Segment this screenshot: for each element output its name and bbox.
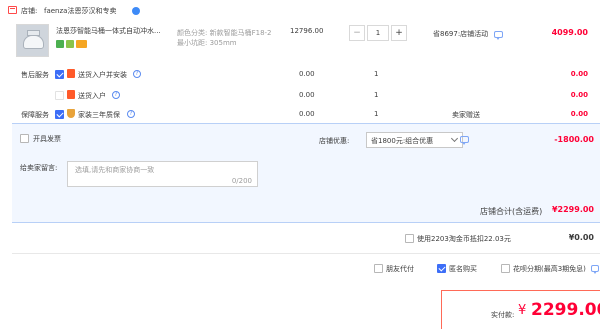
quantity-stepper: − 1 + — [349, 25, 407, 41]
huabei-checkbox[interactable] — [501, 264, 510, 273]
message-placeholder: 选填,请先和商家协商一致 — [75, 166, 155, 174]
shop-header: 店铺: faenza法恩莎汉和专卖 — [8, 4, 308, 18]
badge-icon-2 — [66, 40, 74, 48]
huabei-label[interactable]: 花呗分期(最高3期免息) — [513, 264, 586, 274]
item-title[interactable]: 法恩莎智能马桶一体式自动冲水... — [56, 26, 162, 36]
anonymous-checkbox[interactable] — [437, 264, 446, 273]
increase-button[interactable]: + — [391, 25, 407, 41]
service-price: 0.00 — [299, 70, 315, 78]
message-input[interactable]: 选填,请先和商家协商一致 0/200 — [67, 161, 258, 187]
badge-icon-1 — [56, 40, 64, 48]
anonymous-label[interactable]: 匿名购买 — [449, 264, 477, 274]
pay-amount: 2299.00 — [531, 300, 600, 320]
service-label: 送货入户 — [78, 92, 106, 100]
badge-icon-3 — [76, 40, 87, 48]
payment-summary-box: 实付款: ¥ 2299.00 — [441, 290, 600, 329]
huabei-chat-icon[interactable] — [591, 265, 599, 274]
friend-pay-checkbox[interactable] — [374, 264, 383, 273]
service-price: 0.00 — [299, 110, 315, 118]
pay-currency: ¥ — [518, 303, 527, 318]
service-label: 家装三年质保 — [78, 111, 120, 119]
service-label: 送货入户并安装 — [78, 71, 127, 79]
service-checkbox[interactable] — [55, 70, 64, 79]
quantity-input[interactable]: 1 — [367, 25, 389, 41]
message-counter: 0/200 — [231, 177, 252, 185]
shop-discount-select[interactable]: 省1800元:组合优惠 — [366, 132, 463, 148]
shop-discount-label: 店铺优惠: — [319, 137, 350, 145]
help-info-icon[interactable]: ? — [127, 110, 135, 118]
wangwang-chat-icon[interactable] — [132, 7, 140, 15]
service-checkbox[interactable] — [55, 91, 64, 100]
product-thumbnail[interactable] — [16, 24, 49, 57]
discount-chat-icon[interactable] — [460, 136, 469, 145]
service-row: 送货入户 ? 0.00 1 0.00 — [0, 87, 600, 103]
friend-pay-label[interactable]: 朋友代付 — [386, 264, 414, 274]
item-promo: 省8697:店铺活动 — [433, 30, 489, 38]
shop-total-amount: ¥2299.00 — [551, 205, 594, 214]
invoice-label[interactable]: 开具发票 — [33, 134, 61, 144]
service-note: 卖家赠送 — [452, 111, 480, 119]
shop-prefix: 店铺: — [21, 7, 38, 15]
warranty-shield-icon — [67, 109, 75, 118]
service-qty: 1 — [374, 70, 379, 78]
help-info-icon[interactable]: ? — [133, 70, 141, 78]
order-options-panel: 开具发票 店铺优惠: 省1800元:组合优惠 -1800.00 给卖家留言: 选… — [12, 123, 600, 223]
service-price: 0.00 — [299, 91, 315, 99]
unit-price: 12796.00 — [290, 27, 324, 35]
coins-amount: ¥0.00 — [568, 233, 594, 242]
shop-name[interactable]: faenza法恩莎汉和专卖 — [44, 6, 116, 16]
service-group-label: 保障服务 — [21, 111, 49, 119]
decrease-button[interactable]: − — [349, 25, 365, 41]
service-total: 0.00 — [570, 70, 588, 78]
service-row: 保障服务 家装三年质保 ? 0.00 1 卖家赠送 0.00 — [0, 106, 600, 122]
service-total: 0.00 — [570, 91, 588, 99]
service-checkbox[interactable] — [55, 110, 64, 119]
help-info-icon[interactable]: ? — [112, 91, 120, 99]
service-qty: 1 — [374, 91, 379, 99]
pay-label: 实付款: — [491, 311, 515, 319]
divider — [12, 253, 600, 254]
item-attr-size: 最小坑距: 305mm — [177, 39, 237, 47]
shop-discount-value: 省1800元:组合优惠 — [371, 137, 434, 145]
message-label: 给卖家留言: — [20, 164, 58, 172]
delivery-icon — [67, 90, 75, 99]
item-row: 法恩莎智能马桶一体式自动冲水... 颜色分类: 新款智能马桶F18-2 最小坑距… — [0, 17, 600, 65]
promo-chat-icon[interactable] — [494, 31, 503, 40]
shop-icon — [8, 6, 17, 14]
delivery-install-icon — [67, 69, 75, 78]
chevron-down-icon — [450, 134, 459, 143]
shop-total-label: 店铺合计(含运费) — [480, 207, 543, 216]
service-qty: 1 — [374, 110, 379, 118]
coins-label[interactable]: 使用2203淘金币抵扣22.03元 — [417, 234, 511, 244]
item-badges — [56, 40, 96, 48]
item-subtotal: 4099.00 — [551, 28, 588, 37]
shop-discount-amount: -1800.00 — [554, 135, 594, 144]
item-attr-color: 颜色分类: 新款智能马桶F18-2 — [177, 29, 272, 37]
coins-checkbox[interactable] — [405, 234, 414, 243]
invoice-checkbox[interactable] — [20, 134, 29, 143]
service-total: 0.00 — [570, 110, 588, 118]
service-group-label: 售后服务 — [21, 71, 49, 79]
service-row: 售后服务 送货入户并安装 ? 0.00 1 0.00 — [0, 66, 600, 82]
